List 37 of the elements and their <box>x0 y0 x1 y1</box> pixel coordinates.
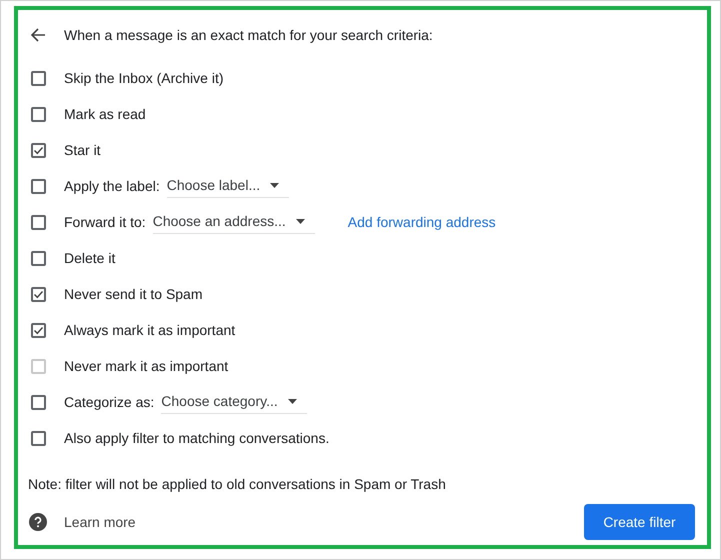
dropdown[interactable]: Choose label... <box>166 174 290 198</box>
caret-icon <box>270 183 280 188</box>
option-label: Skip the Inbox (Archive it) <box>64 68 224 88</box>
checkbox[interactable] <box>31 178 46 194</box>
option-label: Always mark it as important <box>64 320 236 340</box>
dropdown[interactable]: Choose category... <box>161 390 307 414</box>
help-icon[interactable] <box>29 513 47 531</box>
option-label: Star it <box>64 140 101 160</box>
check-icon <box>33 144 44 156</box>
dropdown[interactable]: Choose an address... <box>152 210 315 234</box>
option-label: Apply the label: <box>64 176 160 196</box>
checkbox[interactable] <box>31 394 46 410</box>
header-title: When a message is an exact match for your search criteria: <box>64 26 433 45</box>
create-filter-button[interactable]: Create filter <box>584 504 695 540</box>
checkbox[interactable] <box>31 106 46 122</box>
option-label: Never mark it as important <box>64 356 228 376</box>
checkbox[interactable] <box>31 286 46 302</box>
checkbox[interactable] <box>31 250 46 266</box>
caret-icon <box>296 219 305 224</box>
caret-icon <box>288 399 297 404</box>
checkbox[interactable] <box>31 70 46 86</box>
note-text: Note: filter will not be applied to old conversations in Spam or Trash <box>28 475 447 494</box>
option-label: Also apply filter to matching conversations. <box>64 428 330 448</box>
option-label: Never send it to Spam <box>64 284 203 304</box>
checkbox[interactable] <box>31 214 46 230</box>
check-icon <box>33 324 44 336</box>
back-arrow-icon[interactable] <box>30 27 46 43</box>
option-label: Forward it to: <box>64 212 146 232</box>
checkbox[interactable] <box>31 430 46 446</box>
option-label: Mark as read <box>64 104 146 124</box>
option-label: Categorize as: <box>64 392 154 412</box>
option-label: Delete it <box>64 248 116 268</box>
check-icon <box>33 288 44 300</box>
checkbox[interactable] <box>31 142 46 158</box>
checkbox[interactable] <box>31 322 46 338</box>
forwarding-link[interactable]: Add forwarding address <box>348 212 496 232</box>
learn-more-link[interactable]: Learn more <box>64 512 136 532</box>
